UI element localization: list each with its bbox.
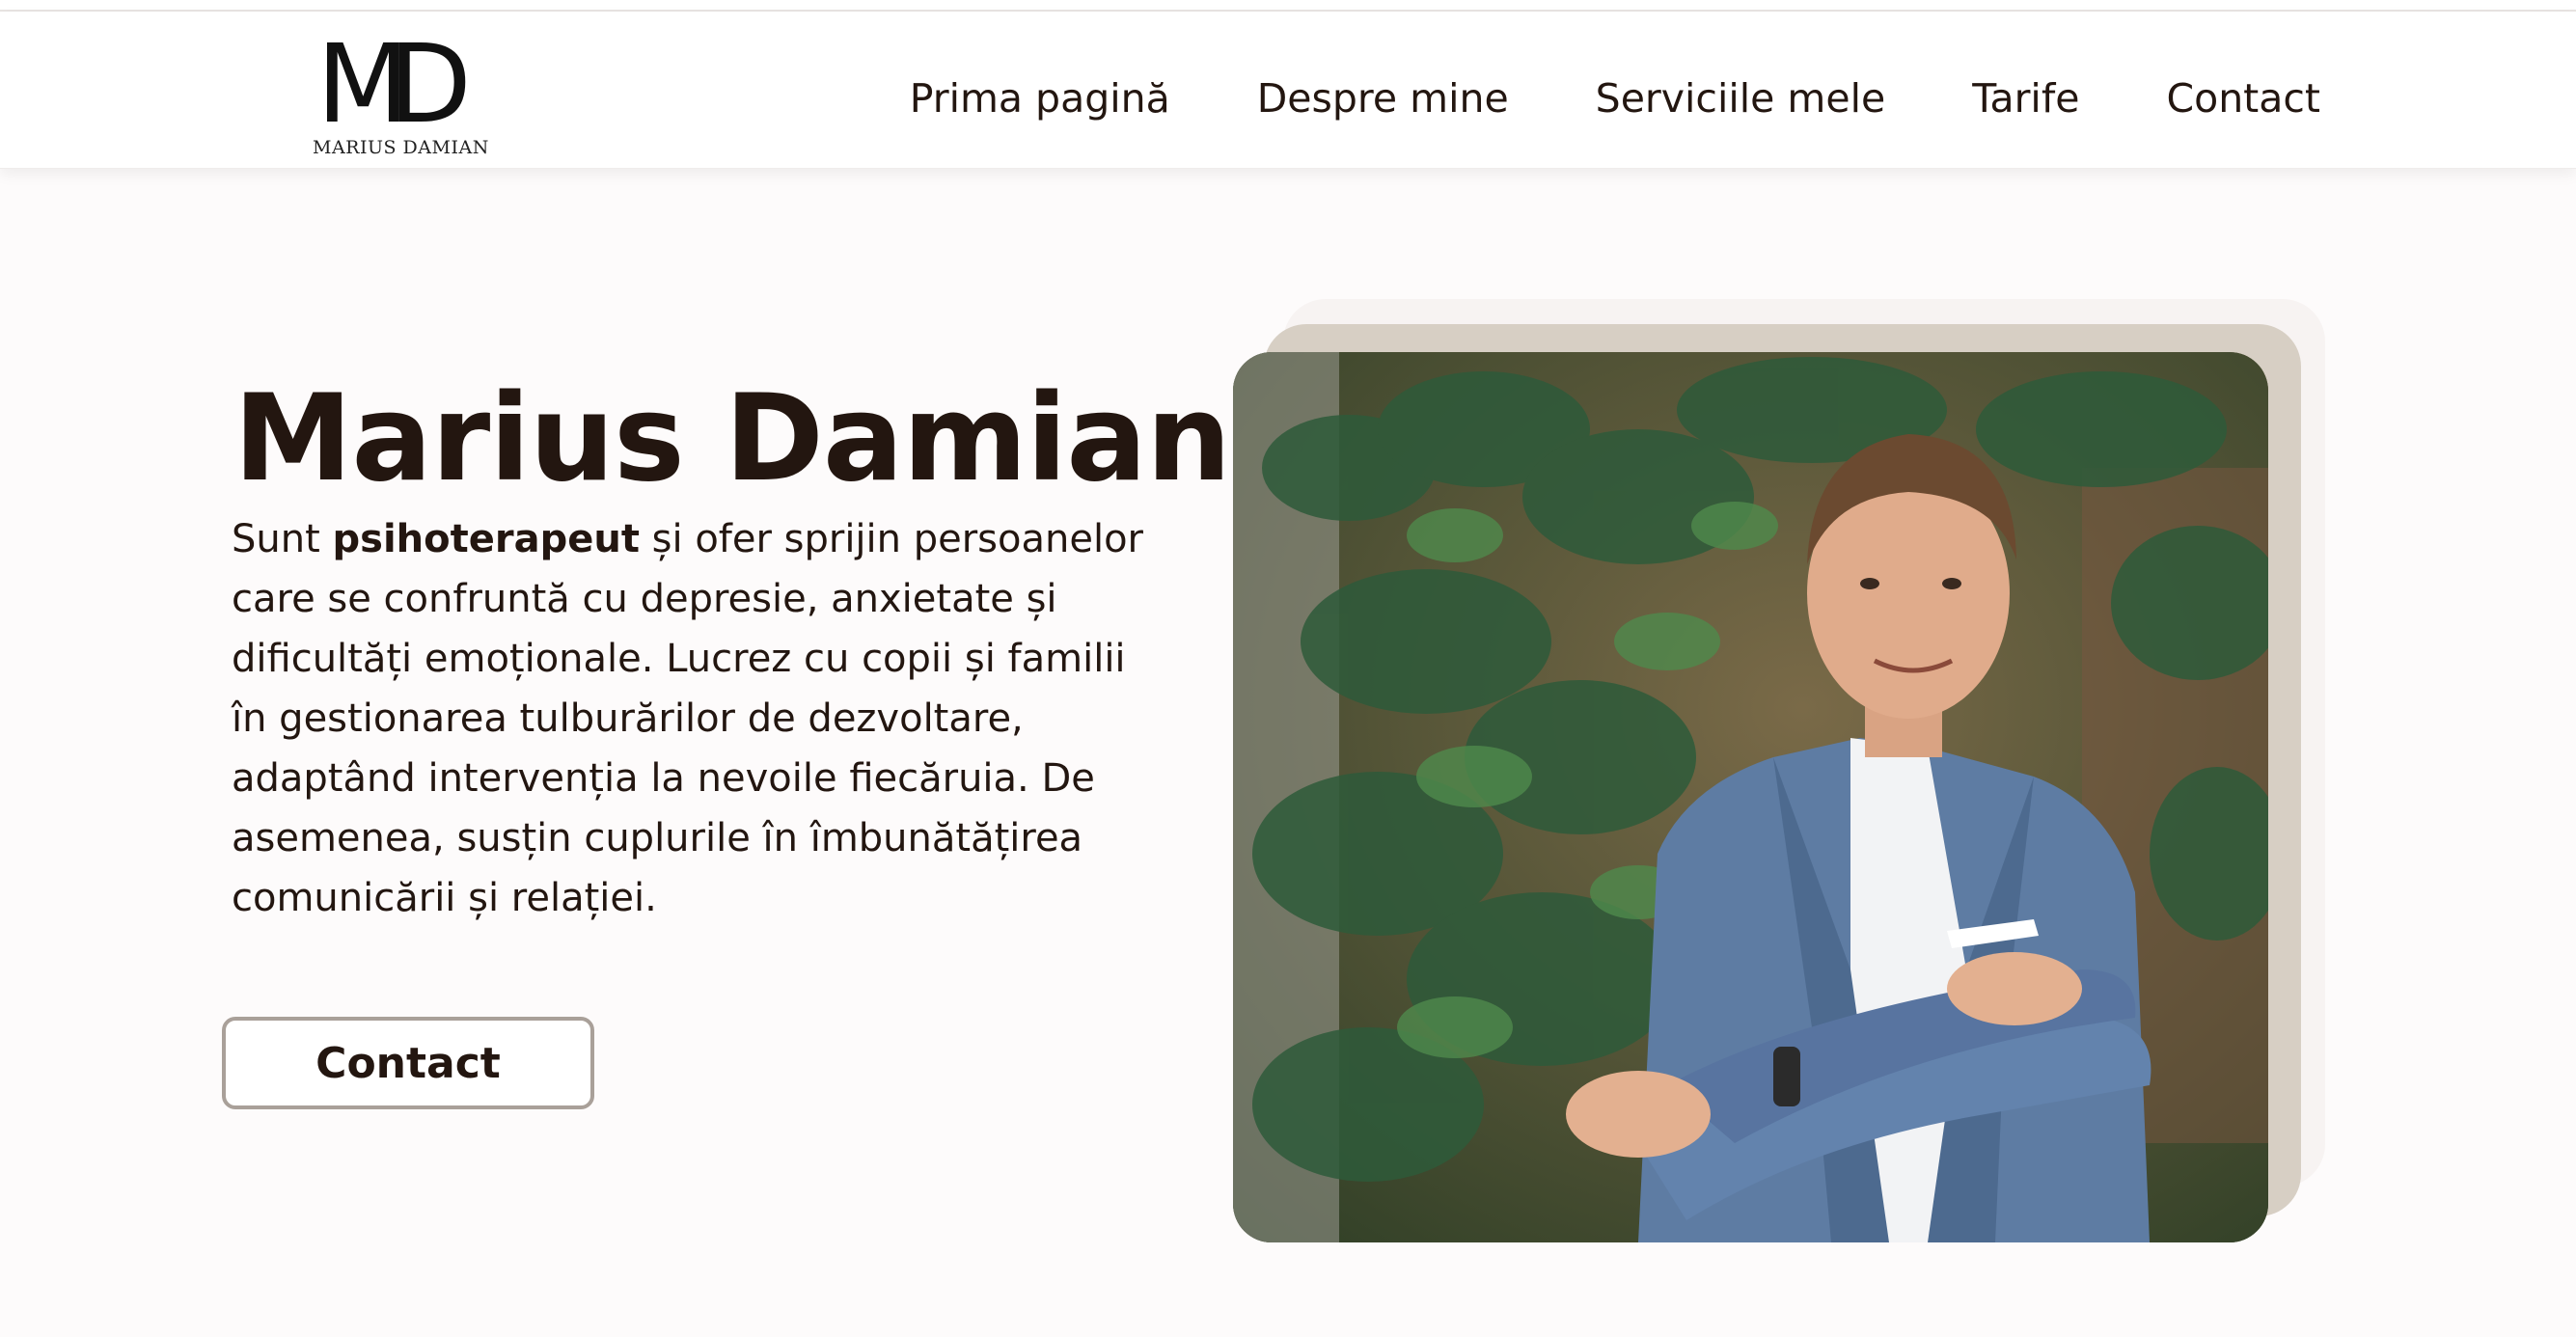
nav-item-services[interactable]: Serviciile mele — [1596, 69, 1886, 127]
bio-rest: și ofer sprijin persoanelor care se conf… — [232, 517, 1143, 920]
page-title: Marius Damian — [233, 369, 1231, 508]
nav-item-pricing[interactable]: Tarife — [1972, 69, 2079, 127]
nav-item-home[interactable]: Prima pagină — [910, 69, 1170, 127]
top-border — [0, 0, 2576, 12]
portrait-photo — [1233, 352, 2268, 1242]
site-header: MD MARIUS DAMIAN Prima pagină Despre min… — [0, 12, 2576, 169]
logo-name: MARIUS DAMIAN — [313, 137, 489, 158]
contact-button[interactable]: Contact — [222, 1017, 594, 1109]
bio-highlight: psihoterapeut — [332, 517, 640, 561]
bio-intro: Sunt — [232, 517, 333, 561]
bio-text: Sunt psihoterapeut și ofer sprijin perso… — [232, 509, 1158, 928]
portrait-illustration — [1233, 352, 2268, 1242]
nav-item-about[interactable]: Despre mine — [1257, 69, 1509, 127]
logo[interactable]: MD MARIUS DAMIAN — [309, 22, 492, 158]
main-nav: Prima pagină Despre mine Serviciile mele… — [823, 69, 2320, 127]
nav-item-contact[interactable]: Contact — [2166, 69, 2320, 127]
logo-monogram: MD — [316, 22, 472, 148]
